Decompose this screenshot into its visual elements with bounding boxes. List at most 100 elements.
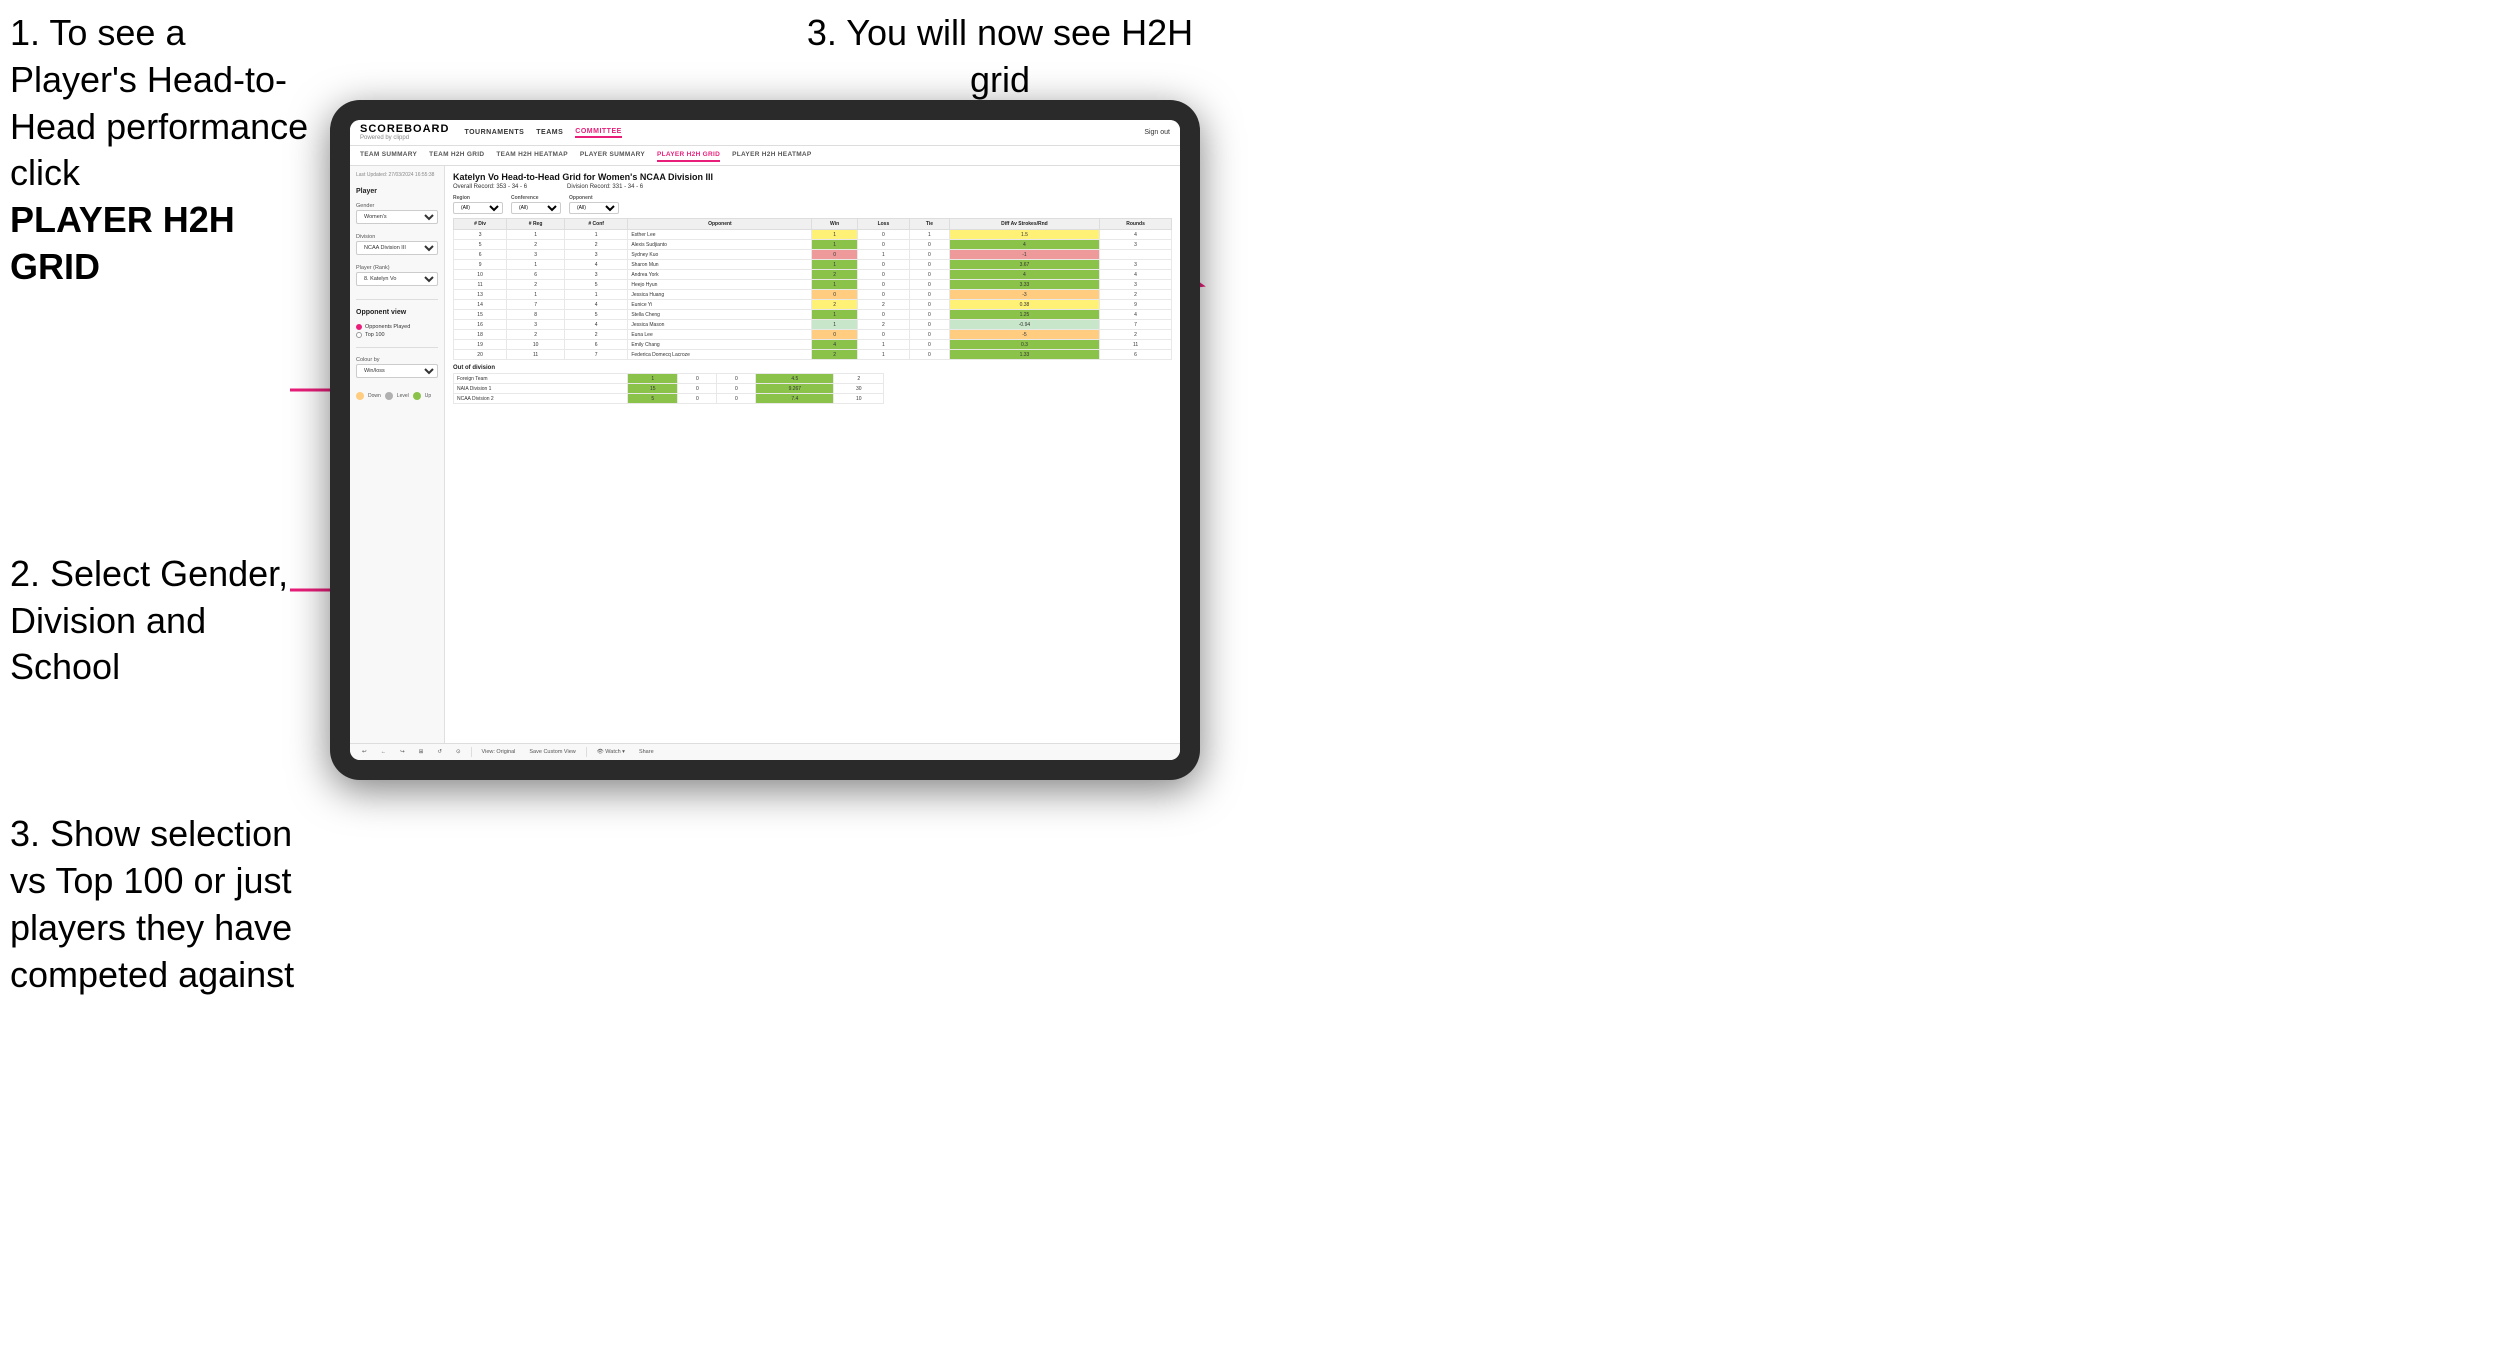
division-select[interactable]: NCAA Division III NCAA Division I: [356, 241, 438, 255]
toolbar-redo[interactable]: ↪: [396, 747, 409, 757]
sub-nav-team-summary[interactable]: TEAM SUMMARY: [360, 149, 417, 162]
cell-tie: 0: [910, 300, 950, 310]
division-label: Division: [356, 234, 438, 240]
toolbar-watch[interactable]: 👁 Watch ▾: [593, 747, 629, 757]
cell-div: 10: [454, 270, 507, 280]
record-row: Overall Record: 353 - 34 - 6 Division Re…: [453, 184, 1172, 190]
cell-opponent: Eunice Yi: [628, 300, 812, 310]
cell-loss: 1: [857, 250, 909, 260]
ood-diff: 9.267: [756, 384, 834, 394]
opponent-filter-select[interactable]: (All): [569, 202, 619, 214]
cell-reg: 2: [507, 280, 565, 290]
cell-conf: 3: [565, 250, 628, 260]
toolbar-save-view[interactable]: Save Custom View: [525, 747, 579, 757]
table-row: 6 3 3 Sydney Kuo 0 1 0 -1: [454, 250, 1172, 260]
sub-nav-player-h2h-grid[interactable]: PLAYER H2H GRID: [657, 149, 720, 162]
cell-tie: 0: [910, 240, 950, 250]
cell-diff: -5: [949, 330, 1099, 340]
bottom-toolbar: ↩ ← ↪ ⊞ ↺ ⊙ View: Original Save Custom V…: [350, 743, 1180, 760]
table-row: 16 3 4 Jessica Mason 1 2 0 -0.94 7: [454, 320, 1172, 330]
cell-reg: 7: [507, 300, 565, 310]
sub-nav-player-summary[interactable]: PLAYER SUMMARY: [580, 149, 645, 162]
nav-teams[interactable]: TEAMS: [536, 129, 563, 136]
sub-nav-player-h2h-heatmap[interactable]: PLAYER H2H HEATMAP: [732, 149, 811, 162]
toolbar-refresh[interactable]: ↺: [433, 747, 446, 757]
cell-reg: 1: [507, 290, 565, 300]
conference-filter-select[interactable]: (All): [511, 202, 561, 214]
table-row: 19 10 6 Emily Chang 4 1 0 0.3 11: [454, 340, 1172, 350]
logo-title: SCOREBOARD: [360, 124, 449, 135]
cell-opponent: Emily Chang: [628, 340, 812, 350]
table-row: 15 8 5 Stella Cheng 1 0 0 1.25 4: [454, 310, 1172, 320]
table-row: 11 2 5 Heejo Hyun 1 0 0 3.33 3: [454, 280, 1172, 290]
cell-rounds: 9: [1100, 300, 1172, 310]
toolbar-info[interactable]: ⊙: [452, 747, 465, 757]
colour-by-select[interactable]: Win/loss: [356, 364, 438, 378]
cell-tie: 0: [910, 280, 950, 290]
region-filter-select[interactable]: (All): [453, 202, 503, 214]
col-rounds: Rounds: [1100, 219, 1172, 230]
ood-loss: 0: [678, 394, 717, 404]
ood-rounds: 2: [834, 374, 884, 384]
ood-tie: 0: [717, 384, 756, 394]
cell-div: 6: [454, 250, 507, 260]
radio-top100[interactable]: Top 100: [356, 332, 438, 338]
cell-loss: 1: [857, 340, 909, 350]
player-rank-field: Player (Rank) 8. Katelyn Vo: [356, 265, 438, 290]
toolbar-view-original[interactable]: View: Original: [478, 747, 520, 757]
toolbar-back[interactable]: ←: [377, 747, 391, 757]
player-rank-select[interactable]: 8. Katelyn Vo: [356, 272, 438, 286]
ood-diff: 7.4: [756, 394, 834, 404]
cell-div: 15: [454, 310, 507, 320]
cell-loss: 0: [857, 270, 909, 280]
sign-out-link[interactable]: Sign out: [1144, 129, 1170, 136]
cell-rounds: 3: [1100, 240, 1172, 250]
toolbar-grid[interactable]: ⊞: [415, 747, 428, 757]
cell-conf: 5: [565, 280, 628, 290]
ood-rounds: 30: [834, 384, 884, 394]
conference-filter: Conference (All): [511, 195, 561, 214]
cell-opponent: Esther Lee: [628, 230, 812, 240]
cell-rounds: 2: [1100, 290, 1172, 300]
ood-win: 5: [628, 394, 678, 404]
step3-left-block: 3. Show selection vs Top 100 or just pla…: [10, 811, 310, 998]
cell-conf: 4: [565, 320, 628, 330]
cell-win: 2: [812, 350, 857, 360]
col-diff: Diff Av Strokes/Rnd: [949, 219, 1099, 230]
gender-select[interactable]: Women's Men's: [356, 210, 438, 224]
toolbar-share[interactable]: Share: [635, 747, 658, 757]
cell-loss: 0: [857, 310, 909, 320]
table-header-row: # Div # Reg # Conf Opponent Win Loss Tie…: [454, 219, 1172, 230]
cell-tie: 0: [910, 260, 950, 270]
division-field: Division NCAA Division III NCAA Division…: [356, 234, 438, 259]
step1-text: 1. To see a Player's Head-to-Head perfor…: [10, 10, 310, 291]
ood-rounds: 10: [834, 394, 884, 404]
col-loss: Loss: [857, 219, 909, 230]
ood-loss: 0: [678, 384, 717, 394]
left-panel: Last Updated: 27/03/2024 16:55:38 Player…: [350, 166, 445, 743]
cell-loss: 0: [857, 260, 909, 270]
player-rank-label: Player (Rank): [356, 265, 438, 271]
radio-label-opponents: Opponents Played: [365, 324, 410, 330]
nav-committee[interactable]: COMMITTEE: [575, 128, 622, 138]
sub-nav-team-h2h-heatmap[interactable]: TEAM H2H HEATMAP: [496, 149, 568, 162]
main-nav: TOURNAMENTS TEAMS COMMITTEE: [464, 128, 621, 138]
cell-win: 1: [812, 260, 857, 270]
cell-conf: 1: [565, 290, 628, 300]
cell-loss: 0: [857, 240, 909, 250]
timestamp: Last Updated: 27/03/2024 16:55:38: [356, 172, 438, 178]
cell-tie: 0: [910, 250, 950, 260]
ood-table-row: NAIA Division 1 15 0 0 9.267 30: [454, 384, 884, 394]
cell-tie: 1: [910, 230, 950, 240]
ood-name: Foreign Team: [454, 374, 628, 384]
sub-nav-team-h2h-grid[interactable]: TEAM H2H GRID: [429, 149, 484, 162]
cell-win: 2: [812, 300, 857, 310]
cell-rounds: [1100, 250, 1172, 260]
nav-tournaments[interactable]: TOURNAMENTS: [464, 129, 524, 136]
radio-dot-opponents: [356, 324, 362, 330]
radio-opponents-played[interactable]: Opponents Played: [356, 324, 438, 330]
ood-name: NAIA Division 1: [454, 384, 628, 394]
cell-div: 11: [454, 280, 507, 290]
table-row: 10 6 3 Andrea York 2 0 0 4 4: [454, 270, 1172, 280]
toolbar-undo[interactable]: ↩: [358, 747, 371, 757]
